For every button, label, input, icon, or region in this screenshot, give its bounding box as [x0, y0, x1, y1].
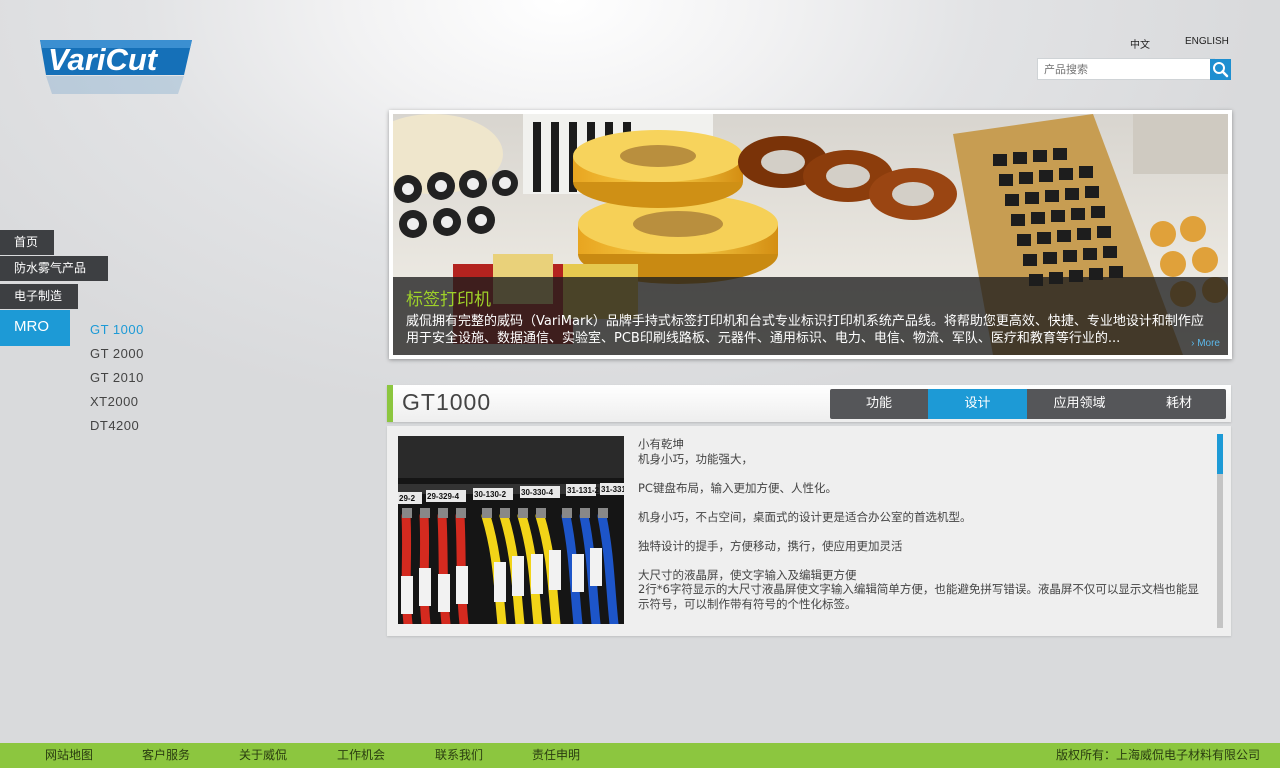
product-panel: 29-2 29-329-4 30-130-2 30-330-4 31-131-2… — [387, 426, 1231, 636]
product-tabs: 功能 设计 应用领域 耗材 — [830, 389, 1226, 419]
subnav-item-gt1000[interactable]: GT 1000 — [90, 322, 144, 346]
search-icon — [1213, 62, 1229, 78]
footer-link-careers[interactable]: 工作机会 — [337, 743, 385, 768]
footer-link-about[interactable]: 关于威侃 — [239, 743, 287, 768]
subnav-item-gt2010[interactable]: GT 2010 — [90, 370, 144, 394]
product-description: 小有乾坤 机身小巧，功能强大， PC键盘布局，输入更加方便、人性化。 机身小巧，不… — [638, 437, 1208, 626]
banner-text: 威侃拥有完整的威码（VariMark）品牌手持式标签打印机和台式专业标识打印机系… — [406, 314, 1204, 346]
banner: 标签打印机 威侃拥有完整的威码（VariMark）品牌手持式标签打印机和台式专业… — [389, 110, 1232, 359]
desc-line: 2行*6字符显示的大尺寸液晶屏使文字输入编辑简单方便，也能避免拼写错误。液晶屏不… — [638, 582, 1199, 611]
nav-item-home[interactable]: 首页 — [0, 230, 54, 255]
banner-more-link[interactable]: › More — [1191, 338, 1220, 349]
product-subnav: GT 1000 GT 2000 GT 2010 XT2000 DT4200 — [90, 322, 144, 442]
search-input[interactable] — [1037, 58, 1215, 80]
tab-features[interactable]: 功能 — [830, 389, 928, 419]
varicut-logo[interactable]: VariCut — [38, 38, 198, 98]
lang-chinese-link[interactable]: 中文 — [1130, 36, 1150, 51]
footer: 网站地图 客户服务 关于威侃 工作机会 联系我们 责任申明 版权所有：上海威侃电… — [0, 743, 1280, 768]
desc-paragraph: PC键盘布局，输入更加方便、人性化。 — [638, 480, 837, 495]
photo-label-5: 31-131-2 — [567, 486, 600, 495]
search-button[interactable] — [1210, 59, 1231, 80]
lang-english-link[interactable]: ENGLISH — [1185, 36, 1229, 47]
banner-image: 标签打印机 威侃拥有完整的威码（VariMark）品牌手持式标签打印机和台式专业… — [393, 114, 1228, 355]
product-title: GT1000 — [402, 389, 492, 415]
photo-label-6: 31-331 — [601, 485, 624, 494]
footer-link-service[interactable]: 客户服务 — [142, 743, 190, 768]
nav-item-electronics[interactable]: 电子制造 — [0, 284, 78, 309]
footer-link-sitemap[interactable]: 网站地图 — [45, 743, 93, 768]
photo-label-2: 29-329-4 — [427, 492, 460, 501]
footer-link-disclaimer[interactable]: 责任申明 — [532, 743, 580, 768]
subnav-item-xt2000[interactable]: XT2000 — [90, 394, 144, 418]
search-box — [1037, 58, 1231, 80]
desc-paragraph: 机身小巧，不占空间，桌面式的设计更是适合办公室的首选机型。 — [638, 509, 972, 524]
desc-heading: 小有乾坤 — [638, 437, 684, 451]
photo-label-1: 29-2 — [399, 494, 416, 503]
photo-label-3: 30-130-2 — [474, 490, 507, 499]
banner-caption: 标签打印机 威侃拥有完整的威码（VariMark）品牌手持式标签打印机和台式专业… — [393, 277, 1228, 355]
nav-item-waterproof[interactable]: 防水雾气产品 — [0, 256, 108, 281]
tab-design[interactable]: 设计 — [928, 389, 1027, 419]
product-header: GT1000 功能 设计 应用领域 耗材 — [387, 385, 1231, 422]
subnav-item-dt4200[interactable]: DT4200 — [90, 418, 144, 442]
photo-label-4: 30-330-4 — [521, 488, 554, 497]
scrollbar-thumb[interactable] — [1217, 434, 1223, 474]
product-image: 29-2 29-329-4 30-130-2 30-330-4 31-131-2… — [398, 436, 624, 624]
subnav-item-gt2000[interactable]: GT 2000 — [90, 346, 144, 370]
banner-title: 标签打印机 — [406, 290, 491, 310]
accent-bar — [387, 385, 393, 422]
footer-link-contact[interactable]: 联系我们 — [435, 743, 483, 768]
desc-line: 机身小巧，功能强大， — [638, 451, 753, 466]
desc-line: 大尺寸的液晶屏，使文字输入及编辑更方便 — [638, 567, 857, 582]
copyright: 版权所有：上海威侃电子材料有限公司 — [1055, 748, 1260, 762]
svg-text:VariCut: VariCut — [48, 42, 159, 77]
tab-applications[interactable]: 应用领域 — [1027, 389, 1132, 419]
desc-paragraph: 独特设计的提手，方便移动，携行，使应用更加灵活 — [638, 538, 903, 553]
description-scrollbar[interactable] — [1217, 434, 1223, 628]
tab-consumables[interactable]: 耗材 — [1132, 389, 1226, 419]
nav-item-mro[interactable]: MRO — [0, 310, 70, 346]
